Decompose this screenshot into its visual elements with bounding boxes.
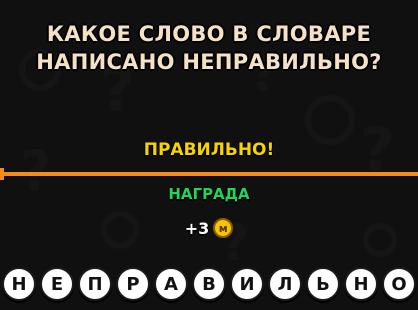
reward-title: НАГРАДА [168, 185, 250, 203]
letter-tile: А [154, 267, 188, 301]
letter-tile: Р [116, 267, 150, 301]
question-text: КАКОЕ СЛОВО В СЛОВАРЕ НАПИСАНО НЕПРАВИЛЬ… [0, 20, 418, 76]
result-label: ПРАВИЛЬНО! [143, 140, 275, 160]
letter-tile: О [382, 267, 416, 301]
letter-tile: Н [344, 267, 378, 301]
letter-tile: В [192, 267, 226, 301]
question-line-2: НАПИСАНО НЕПРАВИЛЬНО? [36, 50, 382, 74]
reward-amount: +3 м [0, 218, 418, 238]
divider [0, 172, 418, 176]
letter-tile: П [78, 267, 112, 301]
letter-tile: Е [40, 267, 74, 301]
reward-amount-value: +3 [184, 218, 210, 238]
letter-tile: И [230, 267, 264, 301]
answer-tiles: Н Е П Р А В И Л Ь Н О [2, 267, 416, 301]
question-line-1: КАКОЕ СЛОВО В СЛОВАРЕ [46, 22, 372, 46]
coin-icon: м [213, 218, 234, 238]
letter-tile: Ь [306, 267, 340, 301]
letter-tile: Н [2, 267, 36, 301]
letter-tile: Л [268, 267, 302, 301]
